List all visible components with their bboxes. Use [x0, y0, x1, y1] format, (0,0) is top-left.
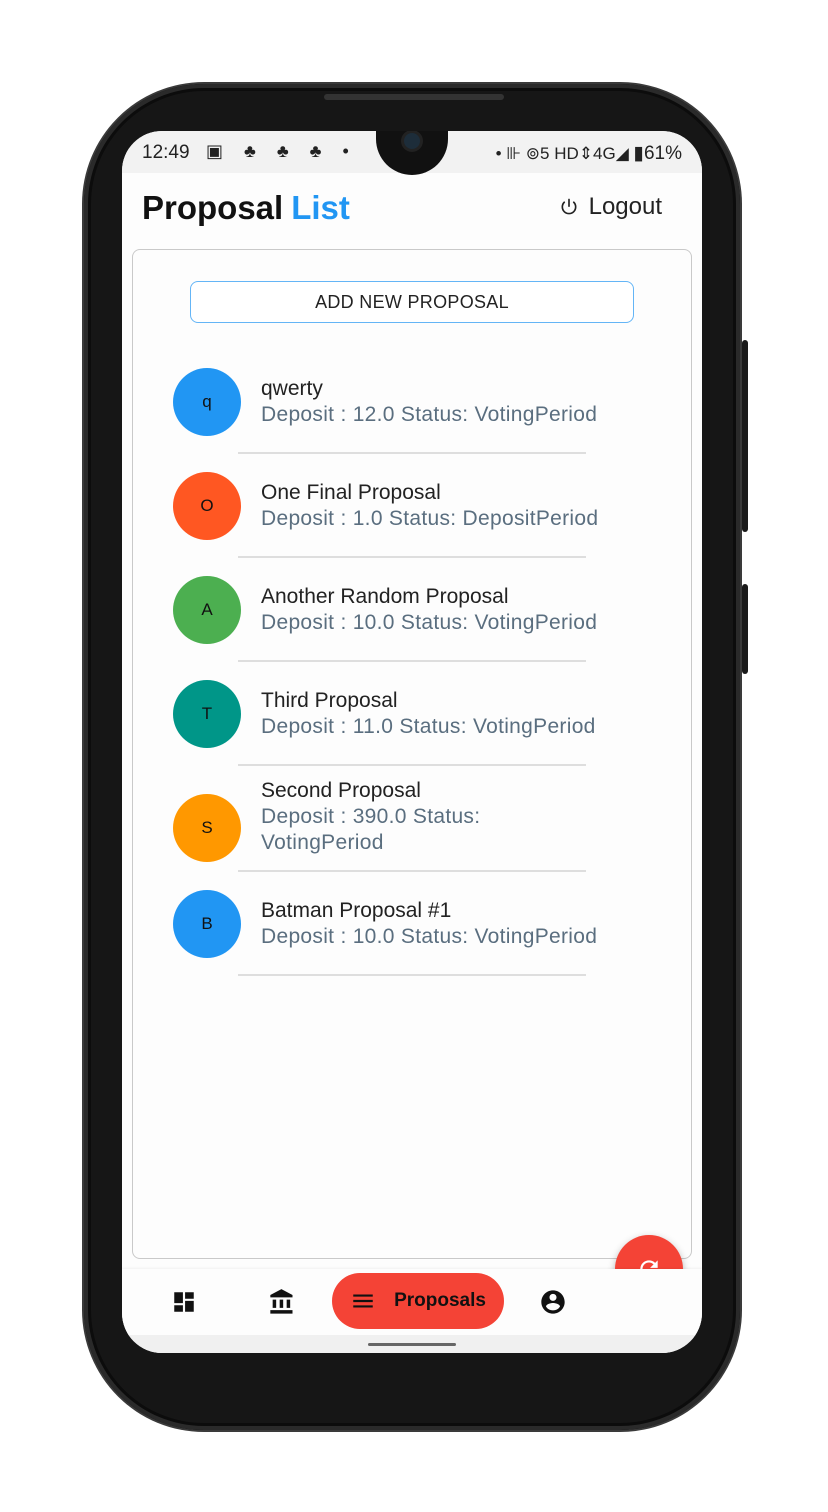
system-icons: • ⊪ ⊚5 HD⇕4G◢ ▮61%	[496, 142, 682, 165]
proposal-list-item[interactable]: O One Final Proposal Deposit : 1.0 Status:…	[133, 454, 691, 558]
proposal-list-item[interactable]: A Another Random Proposal Deposit : 10.0 S…	[133, 558, 691, 662]
status-time: 12:49	[142, 142, 190, 163]
dashboard-icon	[174, 1292, 194, 1312]
nav-proposals-label: Proposals	[394, 1290, 486, 1311]
logout-label: Logout	[588, 193, 662, 220]
front-camera	[404, 133, 420, 149]
power-button	[742, 584, 748, 674]
page-title-main: Proposal	[142, 189, 284, 226]
nav-dashboard[interactable]	[167, 1285, 201, 1319]
notification-icons: ▣ ♣ ♣ ♣ •	[206, 141, 357, 161]
nav-proposals[interactable]: Proposals	[332, 1273, 504, 1329]
proposal-text: One Final Proposal Deposit : 1.0 Status: …	[261, 480, 671, 532]
proposal-avatar: A	[173, 576, 241, 644]
proposal-card: ADD NEW PROPOSAL q qwerty Deposit : 12.0 S…	[132, 249, 692, 1259]
account-circle-icon	[541, 1290, 565, 1314]
proposal-list-item[interactable]: q qwerty Deposit : 12.0 Status: VotingPeri…	[133, 350, 691, 454]
proposal-text: Second Proposal Deposit : 390.0 Status: V…	[261, 778, 671, 856]
proposal-subtitle: Deposit : 10.0 Status: VotingPeriod	[261, 611, 598, 634]
proposal-avatar: q	[173, 368, 241, 436]
speaker-slot	[324, 94, 504, 100]
nav-bank[interactable]	[265, 1285, 299, 1319]
proposal-avatar: S	[173, 794, 241, 862]
screen: 12:49 ▣ ♣ ♣ ♣ • • ⊪ ⊚5 HD⇕4G◢ ▮61% Propo…	[122, 131, 702, 1353]
logout-button[interactable]: Logout	[559, 193, 662, 221]
proposal-title: qwerty	[261, 377, 323, 400]
proposal-subtitle: Deposit : 1.0 Status: DepositPeriod	[261, 507, 599, 530]
app-header: Proposal List Logout	[122, 173, 702, 249]
add-proposal-button[interactable]: ADD NEW PROPOSAL	[190, 281, 634, 323]
bank-icon	[270, 1289, 293, 1314]
page-title: Proposal List	[142, 189, 350, 227]
proposal-title: Batman Proposal #1	[261, 899, 452, 922]
proposal-avatar: B	[173, 890, 241, 958]
proposal-list-item[interactable]: S Second Proposal Deposit : 390.0 Status: …	[133, 766, 691, 872]
proposal-avatar: T	[173, 680, 241, 748]
proposal-text: Third Proposal Deposit : 11.0 Status: Vot…	[261, 688, 671, 740]
bottom-navigation: Proposals	[122, 1269, 702, 1335]
proposal-text: Batman Proposal #1 Deposit : 10.0 Status:…	[261, 898, 671, 950]
proposal-text: qwerty Deposit : 12.0 Status: VotingPerio…	[261, 376, 671, 428]
proposal-avatar: O	[173, 472, 241, 540]
proposal-list-item[interactable]: B Batman Proposal #1 Deposit : 10.0 Status…	[133, 872, 691, 976]
menu-icon	[353, 1294, 373, 1308]
page-title-accent: List	[291, 189, 350, 226]
proposal-subtitle: Deposit : 11.0 Status: VotingPeriod	[261, 715, 596, 738]
proposal-subtitle: Deposit : 10.0 Status: VotingPeriod	[261, 925, 598, 948]
signal-icons: • ⊪ ⊚5 HD⇕4G◢	[495, 144, 629, 163]
power-icon	[561, 198, 577, 215]
proposal-title: Third Proposal	[261, 689, 398, 712]
proposal-subtitle: Deposit : 390.0 Status: VotingPeriod	[261, 805, 481, 854]
proposal-list-item[interactable]: T Third Proposal Deposit : 11.0 Status: Vo…	[133, 662, 691, 766]
proposal-text: Another Random Proposal Deposit : 10.0 St…	[261, 584, 671, 636]
nav-account[interactable]	[536, 1285, 570, 1319]
battery-indicator: ▮61%	[633, 143, 682, 164]
home-indicator[interactable]	[368, 1343, 456, 1346]
proposal-title: Second Proposal	[261, 779, 421, 802]
proposal-title: One Final Proposal	[261, 481, 441, 504]
list-divider	[238, 974, 586, 976]
proposal-title: Another Random Proposal	[261, 585, 509, 608]
volume-button	[742, 340, 748, 532]
proposal-subtitle: Deposit : 12.0 Status: VotingPeriod	[261, 403, 598, 426]
